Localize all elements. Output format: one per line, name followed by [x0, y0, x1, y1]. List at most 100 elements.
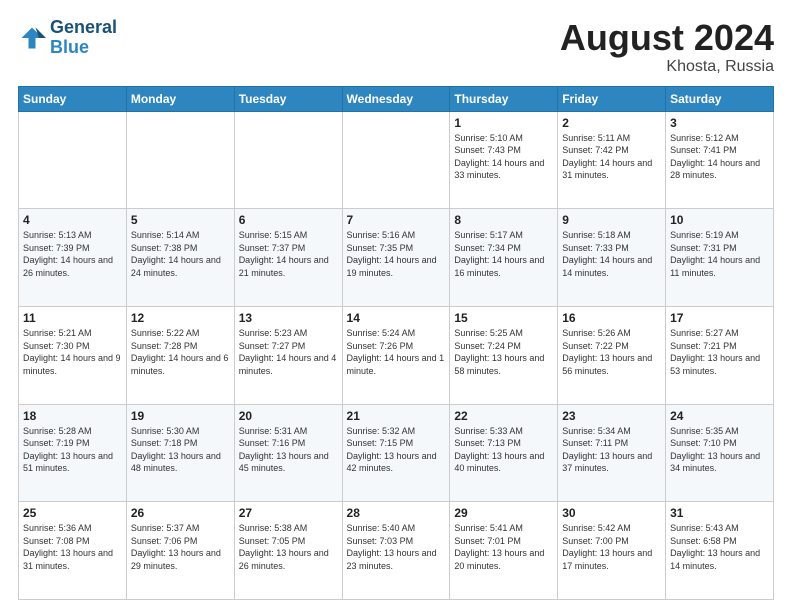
day-number: 16 — [562, 311, 661, 325]
day-number: 2 — [562, 116, 661, 130]
header: General Blue August 2024 Khosta, Russia — [18, 18, 774, 76]
day-info: Sunrise: 5:32 AM Sunset: 7:15 PM Dayligh… — [347, 425, 446, 475]
day-number: 25 — [23, 506, 122, 520]
day-cell: 29 Sunrise: 5:41 AM Sunset: 7:01 PM Dayli… — [450, 502, 558, 600]
weekday-header: Wednesday — [342, 86, 450, 111]
week-row: 18Sunrise: 5:28 AM Sunset: 7:19 PM Dayli… — [19, 404, 774, 502]
week-row: 1Sunrise: 5:10 AM Sunset: 7:43 PM Daylig… — [19, 111, 774, 209]
weekday-header: Thursday — [450, 86, 558, 111]
day-number: 17 — [670, 311, 769, 325]
day-info: Sunrise: 5:21 AM Sunset: 7:30 PM Dayligh… — [23, 327, 122, 377]
day-info: Sunrise: 5:43 AM Sunset: 6:58 PM Dayligh… — [670, 522, 769, 572]
day-info: Sunrise: 5:26 AM Sunset: 7:22 PM Dayligh… — [562, 327, 661, 377]
day-cell: 7 Sunrise: 5:16 AM Sunset: 7:35 PM Daylig… — [342, 209, 450, 307]
day-number: 3 — [670, 116, 769, 130]
day-number: 13 — [239, 311, 338, 325]
day-number: 22 — [454, 409, 553, 423]
weekday-header: Sunday — [19, 86, 127, 111]
weekday-header: Tuesday — [234, 86, 342, 111]
day-cell: 18Sunrise: 5:28 AM Sunset: 7:19 PM Dayli… — [19, 404, 127, 502]
day-number: 24 — [670, 409, 769, 423]
day-cell: 11 Sunrise: 5:21 AM Sunset: 7:30 PM Dayli… — [19, 306, 127, 404]
weekday-header: Monday — [126, 86, 234, 111]
day-info: Sunrise: 5:18 AM Sunset: 7:33 PM Dayligh… — [562, 229, 661, 279]
day-info: Sunrise: 5:24 AM Sunset: 7:26 PM Dayligh… — [347, 327, 446, 377]
location: Khosta, Russia — [560, 58, 774, 76]
day-number: 6 — [239, 213, 338, 227]
day-info: Sunrise: 5:23 AM Sunset: 7:27 PM Dayligh… — [239, 327, 338, 377]
day-number: 30 — [562, 506, 661, 520]
weekday-header-row: SundayMondayTuesdayWednesdayThursdayFrid… — [19, 86, 774, 111]
logo-icon — [18, 24, 46, 52]
day-cell: 12 Sunrise: 5:22 AM Sunset: 7:28 PM Dayli… — [126, 306, 234, 404]
day-info: Sunrise: 5:41 AM Sunset: 7:01 PM Dayligh… — [454, 522, 553, 572]
weekday-header: Saturday — [666, 86, 774, 111]
day-info: Sunrise: 5:13 AM Sunset: 7:39 PM Dayligh… — [23, 229, 122, 279]
week-row: 25 Sunrise: 5:36 AM Sunset: 7:08 PM Dayli… — [19, 502, 774, 600]
day-cell: 6 Sunrise: 5:15 AM Sunset: 7:37 PM Daylig… — [234, 209, 342, 307]
day-info: Sunrise: 5:42 AM Sunset: 7:00 PM Dayligh… — [562, 522, 661, 572]
day-cell: 13 Sunrise: 5:23 AM Sunset: 7:27 PM Dayli… — [234, 306, 342, 404]
day-number: 11 — [23, 311, 122, 325]
day-info: Sunrise: 5:30 AM Sunset: 7:18 PM Dayligh… — [131, 425, 230, 475]
day-cell: 9Sunrise: 5:18 AM Sunset: 7:33 PM Daylig… — [558, 209, 666, 307]
day-cell: 1Sunrise: 5:10 AM Sunset: 7:43 PM Daylig… — [450, 111, 558, 209]
logo: General Blue — [18, 18, 117, 58]
day-number: 10 — [670, 213, 769, 227]
day-cell: 3 Sunrise: 5:12 AM Sunset: 7:41 PM Daylig… — [666, 111, 774, 209]
day-number: 5 — [131, 213, 230, 227]
day-number: 28 — [347, 506, 446, 520]
weekday-header: Friday — [558, 86, 666, 111]
day-number: 1 — [454, 116, 553, 130]
day-info: Sunrise: 5:28 AM Sunset: 7:19 PM Dayligh… — [23, 425, 122, 475]
day-info: Sunrise: 5:38 AM Sunset: 7:05 PM Dayligh… — [239, 522, 338, 572]
day-info: Sunrise: 5:14 AM Sunset: 7:38 PM Dayligh… — [131, 229, 230, 279]
day-cell: 25 Sunrise: 5:36 AM Sunset: 7:08 PM Dayli… — [19, 502, 127, 600]
day-number: 12 — [131, 311, 230, 325]
day-cell: 2 Sunrise: 5:11 AM Sunset: 7:42 PM Daylig… — [558, 111, 666, 209]
day-cell: 17 Sunrise: 5:27 AM Sunset: 7:21 PM Dayli… — [666, 306, 774, 404]
logo-line1: General — [50, 18, 117, 38]
day-info: Sunrise: 5:11 AM Sunset: 7:42 PM Dayligh… — [562, 132, 661, 182]
day-info: Sunrise: 5:36 AM Sunset: 7:08 PM Dayligh… — [23, 522, 122, 572]
day-number: 31 — [670, 506, 769, 520]
day-cell: 8 Sunrise: 5:17 AM Sunset: 7:34 PM Daylig… — [450, 209, 558, 307]
day-cell: 5 Sunrise: 5:14 AM Sunset: 7:38 PM Daylig… — [126, 209, 234, 307]
week-row: 11 Sunrise: 5:21 AM Sunset: 7:30 PM Dayli… — [19, 306, 774, 404]
day-number: 4 — [23, 213, 122, 227]
day-number: 23 — [562, 409, 661, 423]
day-cell: 28 Sunrise: 5:40 AM Sunset: 7:03 PM Dayli… — [342, 502, 450, 600]
title-block: August 2024 Khosta, Russia — [560, 18, 774, 76]
day-number: 27 — [239, 506, 338, 520]
day-info: Sunrise: 5:16 AM Sunset: 7:35 PM Dayligh… — [347, 229, 446, 279]
day-info: Sunrise: 5:31 AM Sunset: 7:16 PM Dayligh… — [239, 425, 338, 475]
day-cell: 4 Sunrise: 5:13 AM Sunset: 7:39 PM Daylig… — [19, 209, 127, 307]
month-title: August 2024 — [560, 18, 774, 58]
day-cell: 30 Sunrise: 5:42 AM Sunset: 7:00 PM Dayli… — [558, 502, 666, 600]
day-info: Sunrise: 5:19 AM Sunset: 7:31 PM Dayligh… — [670, 229, 769, 279]
day-cell: 23Sunrise: 5:34 AM Sunset: 7:11 PM Dayli… — [558, 404, 666, 502]
day-info: Sunrise: 5:35 AM Sunset: 7:10 PM Dayligh… — [670, 425, 769, 475]
day-info: Sunrise: 5:40 AM Sunset: 7:03 PM Dayligh… — [347, 522, 446, 572]
day-number: 8 — [454, 213, 553, 227]
day-cell — [342, 111, 450, 209]
day-info: Sunrise: 5:17 AM Sunset: 7:34 PM Dayligh… — [454, 229, 553, 279]
day-info: Sunrise: 5:27 AM Sunset: 7:21 PM Dayligh… — [670, 327, 769, 377]
day-number: 7 — [347, 213, 446, 227]
day-cell: 15 Sunrise: 5:25 AM Sunset: 7:24 PM Dayli… — [450, 306, 558, 404]
day-cell — [234, 111, 342, 209]
day-info: Sunrise: 5:25 AM Sunset: 7:24 PM Dayligh… — [454, 327, 553, 377]
day-info: Sunrise: 5:15 AM Sunset: 7:37 PM Dayligh… — [239, 229, 338, 279]
day-number: 15 — [454, 311, 553, 325]
day-cell: 22Sunrise: 5:33 AM Sunset: 7:13 PM Dayli… — [450, 404, 558, 502]
page: General Blue August 2024 Khosta, Russia … — [0, 0, 792, 612]
day-cell: 27 Sunrise: 5:38 AM Sunset: 7:05 PM Dayli… — [234, 502, 342, 600]
day-cell: 21 Sunrise: 5:32 AM Sunset: 7:15 PM Dayli… — [342, 404, 450, 502]
day-cell: 19Sunrise: 5:30 AM Sunset: 7:18 PM Dayli… — [126, 404, 234, 502]
day-number: 20 — [239, 409, 338, 423]
day-cell — [126, 111, 234, 209]
day-number: 29 — [454, 506, 553, 520]
day-number: 21 — [347, 409, 446, 423]
day-info: Sunrise: 5:12 AM Sunset: 7:41 PM Dayligh… — [670, 132, 769, 182]
day-info: Sunrise: 5:22 AM Sunset: 7:28 PM Dayligh… — [131, 327, 230, 377]
